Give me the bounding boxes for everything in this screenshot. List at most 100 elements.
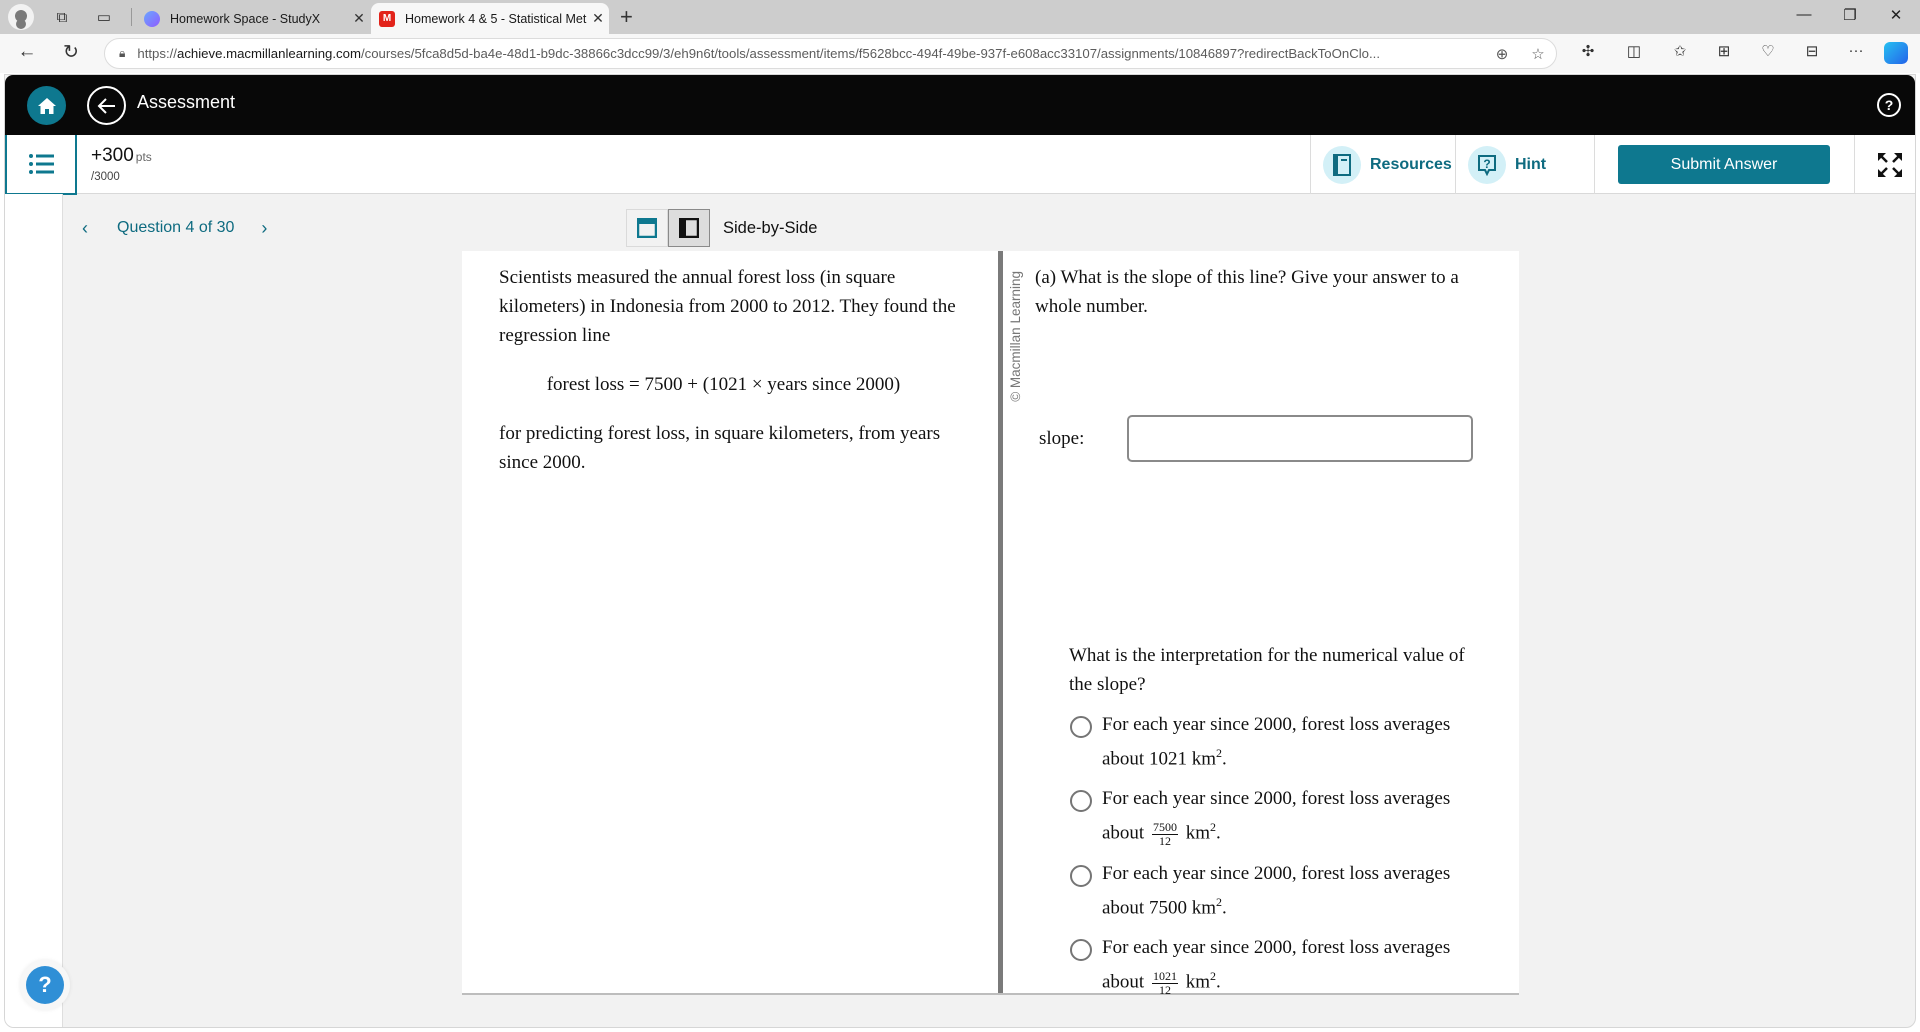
single-pane-icon — [637, 218, 657, 238]
part-a-prompt: (a) What is the slope of this line? Give… — [1035, 267, 1459, 317]
resources-label: Resources — [1370, 156, 1452, 173]
apps-icon[interactable]: ⊟ — [1798, 42, 1826, 60]
macmillan-icon: M — [379, 10, 395, 27]
back-arrow-icon[interactable]: ← — [14, 41, 40, 63]
radio-button[interactable] — [1070, 790, 1092, 813]
answer-options: For each year since 2000, forest loss av… — [1069, 710, 1489, 997]
url-path: /courses/5fca8d5d-ba4e-48d1-b9dc-38866c3… — [360, 46, 1380, 61]
fraction-denominator: 12 — [1158, 833, 1171, 848]
extensions-icon[interactable]: ✣ — [1574, 42, 1602, 60]
list-icon — [29, 154, 54, 174]
toolbar-divider — [1854, 135, 1855, 194]
slope-input[interactable] — [1127, 415, 1473, 462]
question-list-button[interactable] — [5, 135, 77, 195]
answer-option[interactable]: For each year since 2000, forest loss av… — [1069, 859, 1489, 922]
side-by-side-view-button[interactable] — [668, 209, 710, 247]
new-tab-icon[interactable]: + — [620, 4, 633, 30]
points-total: /3000 — [91, 171, 120, 183]
option-unit: km — [1185, 822, 1210, 844]
close-icon[interactable]: ✕ — [348, 10, 370, 27]
copilot-icon[interactable] — [1884, 42, 1908, 64]
points-value: +300 — [91, 145, 134, 166]
vertical-tabs-icon[interactable]: ▭ — [92, 5, 116, 29]
answer-option[interactable]: For each year since 2000, forest loss av… — [1069, 710, 1489, 773]
url-host: achieve.macmillanlearning.com — [176, 46, 361, 61]
favorite-star-icon[interactable]: ☆ — [1520, 45, 1556, 63]
assessment-app: Assessment ? +300pts /3000 Resources ? — [4, 74, 1916, 1028]
assessment-toolbar: +300 pts /3000 Resources ? Hint Submit An… — [5, 135, 1915, 195]
option-exponent: 2 — [1216, 746, 1222, 760]
page-title: Assessment — [137, 92, 236, 112]
split-screen-icon[interactable]: ◫ — [1620, 42, 1648, 60]
zoom-icon[interactable]: ⊕ — [1484, 45, 1520, 63]
browser-address-bar: ← ↻ 🔒︎ https://achieve.macmillanlearning… — [0, 34, 1920, 73]
passage-intro: Scientists measured the annual forest lo… — [499, 267, 956, 346]
view-mode-label: Side-by-Side — [723, 218, 818, 237]
help-icon: ? — [26, 966, 64, 1004]
url-text[interactable]: https://achieve.macmillanlearning.com/co… — [137, 46, 1484, 61]
browser-tab-homework[interactable]: M Homework 4 & 5 - Statistical Met ✕ — [371, 3, 609, 34]
option-unit: km — [1185, 971, 1210, 993]
window-close-icon[interactable]: ✕ — [1884, 6, 1908, 24]
slope-answer-row: slope: — [1039, 415, 1473, 462]
browser-tab-bar: ⧉ ▭ Homework Space - StudyX ✕ M Homework… — [0, 0, 1920, 34]
url-scheme: https:// — [137, 46, 177, 61]
answer-option[interactable]: For each year since 2000, forest loss av… — [1069, 933, 1489, 996]
book-icon — [1323, 146, 1361, 184]
fraction-numerator: 1021 — [1151, 968, 1178, 984]
url-field[interactable]: 🔒︎ https://achieve.macmillanlearning.com… — [104, 38, 1557, 69]
previous-question-chevron-icon[interactable]: ‹ — [75, 218, 95, 239]
answer-option[interactable]: For each year since 2000, forest loss av… — [1069, 784, 1489, 847]
question-counter[interactable]: Question 4 of 30 — [117, 219, 234, 237]
fullscreen-button[interactable] — [1877, 152, 1903, 178]
tab-title: Homework 4 & 5 - Statistical Met — [405, 11, 587, 26]
expand-icon — [1878, 153, 1902, 177]
lock-icon[interactable]: 🔒︎ — [119, 46, 125, 61]
fraction-numerator: 7500 — [1151, 819, 1178, 835]
question-card: Scientists measured the annual forest lo… — [462, 251, 1519, 996]
help-icon[interactable]: ? — [1877, 93, 1901, 117]
browser-tab-studyx[interactable]: Homework Space - StudyX ✕ — [136, 3, 370, 34]
more-menu-icon[interactable]: ··· — [1842, 42, 1870, 59]
single-view-button[interactable] — [626, 209, 668, 247]
favorites-icon[interactable]: ✩ — [1666, 42, 1694, 60]
svg-text:?: ? — [1483, 157, 1490, 171]
copyright-text: © Macmillan Learning — [1008, 271, 1023, 402]
profile-icon[interactable] — [8, 4, 34, 30]
regression-equation: forest loss = 7500 + (1021 × years since… — [546, 374, 901, 395]
copyright-notice: © Macmillan Learning — [1006, 271, 1026, 423]
submit-answer-button[interactable]: Submit Answer — [1618, 145, 1830, 184]
tab-title: Homework Space - StudyX — [170, 11, 321, 26]
restore-icon[interactable]: ❐ — [1838, 6, 1862, 24]
resources-button[interactable]: Resources — [1323, 146, 1452, 184]
slope-label: slope: — [1039, 428, 1085, 449]
left-sidebar — [5, 194, 63, 1027]
option-value: 7500 — [1148, 897, 1187, 919]
home-icon — [37, 97, 56, 114]
next-question-chevron-icon[interactable]: › — [254, 218, 274, 239]
back-arrow-icon — [97, 97, 115, 114]
radio-button[interactable] — [1070, 716, 1092, 738]
home-button[interactable] — [27, 86, 66, 125]
collections-icon[interactable]: ⊞ — [1710, 42, 1738, 60]
points-display: +300 pts /3000 — [91, 145, 152, 183]
close-icon[interactable]: ✕ — [587, 10, 609, 27]
reload-icon[interactable]: ↻ — [58, 41, 84, 64]
toolbar-divider — [1455, 135, 1456, 194]
minimize-icon[interactable]: — — [1792, 6, 1816, 23]
radio-button[interactable] — [1070, 939, 1092, 962]
option-fraction: 1021 12 — [1151, 968, 1178, 997]
browser-essentials-icon[interactable]: ♡ — [1754, 42, 1782, 60]
workspaces-icon[interactable]: ⧉ — [50, 5, 74, 29]
hint-button[interactable]: ? Hint — [1468, 146, 1546, 184]
help-fab-button[interactable]: ? — [20, 960, 70, 1010]
radio-button[interactable] — [1070, 864, 1092, 887]
fraction-denominator: 12 — [1158, 982, 1171, 997]
toolbar-divider — [1594, 135, 1595, 194]
app-header: Assessment ? — [5, 75, 1915, 135]
studyx-icon — [144, 10, 160, 27]
back-button[interactable] — [87, 86, 126, 125]
question-pane: © Macmillan Learning (a) What is the slo… — [1003, 251, 1519, 996]
option-unit: km — [1191, 897, 1216, 919]
option-fraction: 7500 12 — [1151, 819, 1178, 848]
